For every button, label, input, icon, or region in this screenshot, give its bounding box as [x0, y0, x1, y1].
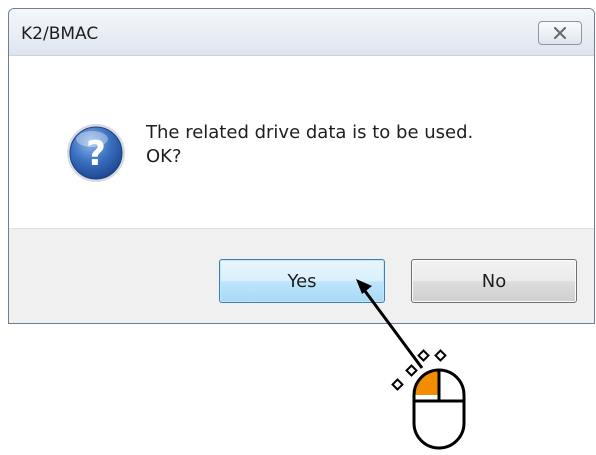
message-line-2: OK? [146, 146, 182, 167]
yes-button[interactable]: Yes [219, 259, 385, 303]
click-sparkles [391, 349, 447, 391]
dialog-titlebar: K2/BMAC [9, 9, 594, 56]
dialog-title: K2/BMAC [21, 24, 99, 44]
mouse-icon [412, 368, 466, 450]
svg-text:?: ? [86, 134, 106, 174]
close-icon [554, 27, 566, 39]
dialog-content: ? The related drive data is to be used. … [9, 56, 594, 228]
dialog-button-area: Yes No [9, 228, 594, 323]
message-dialog: K2/BMAC ? The related drive data is to b… [8, 8, 595, 324]
message-line-1: The related drive data is to be used. [146, 122, 474, 143]
question-icon: ? [67, 124, 125, 182]
no-button[interactable]: No [411, 259, 577, 303]
close-button[interactable] [538, 21, 582, 45]
screenshot-stage: K2/BMAC ? The related drive data is to b… [0, 0, 596, 455]
dialog-message: The related drive data is to be used. OK… [146, 121, 473, 169]
